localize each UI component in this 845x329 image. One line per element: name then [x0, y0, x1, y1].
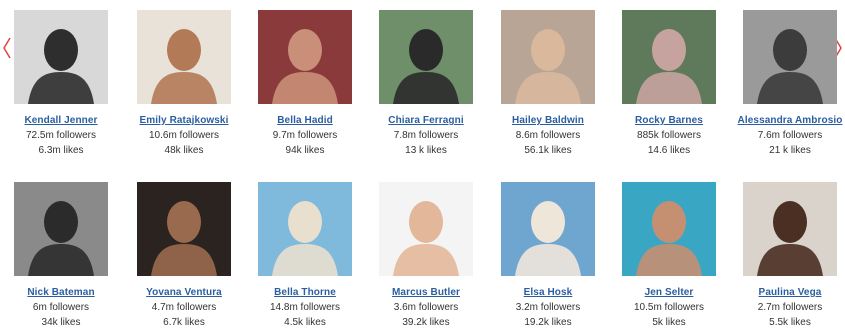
followers-count: 10.6m followers	[148, 130, 220, 141]
profile-photo[interactable]	[501, 10, 595, 104]
likes-count: 6.7k likes	[163, 317, 205, 328]
profile-name-link[interactable]: Bella Hadid	[244, 115, 366, 126]
profile-name-link[interactable]: Chiara Ferragni	[365, 115, 487, 126]
profile-photo[interactable]	[622, 182, 716, 276]
profile-name-link[interactable]: Emily Ratajkowski	[123, 115, 245, 126]
profile-card[interactable]: Chiara Ferragni 7.8m followers 13 k likes	[365, 10, 487, 156]
profile-name-link[interactable]: Bella Thorne	[244, 287, 366, 298]
profile-photo[interactable]	[137, 10, 231, 104]
likes-count: 4.5k likes	[284, 317, 326, 328]
profile-card[interactable]: Yovana Ventura 4.7m followers 6.7k likes	[123, 182, 245, 328]
likes-count: 94k likes	[285, 145, 325, 156]
followers-count: 6m followers	[32, 302, 90, 313]
followers-count: 72.5m followers	[25, 130, 97, 141]
profile-photo[interactable]	[743, 10, 837, 104]
followers-count: 7.8m followers	[393, 130, 459, 141]
followers-count: 885k followers	[637, 130, 701, 141]
likes-count: 56.1k likes	[524, 145, 572, 156]
likes-count: 13 k likes	[405, 145, 447, 156]
profile-card[interactable]: Hailey Baldwin 8.6m followers 56.1k likes	[487, 10, 609, 156]
profile-card[interactable]: Rocky Barnes 885k followers 14.6 likes	[608, 10, 730, 156]
followers-count: 3.2m followers	[515, 302, 581, 313]
likes-count: 5.5k likes	[769, 317, 811, 328]
profile-photo[interactable]	[379, 182, 473, 276]
profile-card[interactable]: Jen Selter 10.5m followers 5k likes	[608, 182, 730, 328]
profile-photo[interactable]	[501, 182, 595, 276]
followers-count: 10.5m followers	[633, 302, 705, 313]
likes-count: 21 k likes	[769, 145, 811, 156]
profile-photo[interactable]	[14, 10, 108, 104]
likes-count: 19.2k likes	[524, 317, 572, 328]
likes-count: 48k likes	[164, 145, 204, 156]
profile-card[interactable]: Alessandra Ambrosio 7.6m followers 21 k li…	[729, 10, 845, 156]
profile-card[interactable]: Nick Bateman 6m followers 34k likes	[0, 182, 122, 328]
profile-name-link[interactable]: Yovana Ventura	[123, 287, 245, 298]
followers-count: 14.8m followers	[269, 302, 341, 313]
profile-card[interactable]: Bella Thorne 14.8m followers 4.5k likes	[244, 182, 366, 328]
profile-photo[interactable]	[137, 182, 231, 276]
likes-count: 34k likes	[41, 317, 81, 328]
profile-name-link[interactable]: Paulina Vega	[729, 287, 845, 298]
profile-photo[interactable]	[379, 10, 473, 104]
profile-card[interactable]: Kendall Jenner 72.5m followers 6.3m likes	[0, 10, 122, 156]
profile-name-link[interactable]: Jen Selter	[608, 287, 730, 298]
followers-count: 2.7m followers	[757, 302, 823, 313]
profile-card[interactable]: Elsa Hosk 3.2m followers 19.2k likes	[487, 182, 609, 328]
profile-name-link[interactable]: Rocky Barnes	[608, 115, 730, 126]
followers-count: 7.6m followers	[757, 130, 823, 141]
profile-photo[interactable]	[14, 182, 108, 276]
profile-card[interactable]: Emily Ratajkowski 10.6m followers 48k like…	[123, 10, 245, 156]
profile-name-link[interactable]: Kendall Jenner	[0, 115, 122, 126]
profile-photo[interactable]	[622, 10, 716, 104]
profile-card[interactable]: Marcus Butler 3.6m followers 39.2k likes	[365, 182, 487, 328]
profile-card[interactable]: Paulina Vega 2.7m followers 5.5k likes	[729, 182, 845, 328]
likes-count: 14.6 likes	[647, 145, 691, 156]
profile-photo[interactable]	[258, 182, 352, 276]
followers-count: 4.7m followers	[151, 302, 217, 313]
likes-count: 39.2k likes	[402, 317, 450, 328]
likes-count: 6.3m likes	[38, 145, 84, 156]
profile-card[interactable]: Bella Hadid 9.7m followers 94k likes	[244, 10, 366, 156]
profile-name-link[interactable]: Nick Bateman	[0, 287, 122, 298]
followers-count: 9.7m followers	[272, 130, 338, 141]
profile-name-link[interactable]: Hailey Baldwin	[487, 115, 609, 126]
likes-count: 5k likes	[652, 317, 686, 328]
profile-name-link[interactable]: Marcus Butler	[365, 287, 487, 298]
profile-photo[interactable]	[258, 10, 352, 104]
followers-count: 8.6m followers	[515, 130, 581, 141]
profile-photo[interactable]	[743, 182, 837, 276]
profile-name-link[interactable]: Alessandra Ambrosio	[729, 115, 845, 126]
followers-count: 3.6m followers	[393, 302, 459, 313]
profile-name-link[interactable]: Elsa Hosk	[487, 287, 609, 298]
